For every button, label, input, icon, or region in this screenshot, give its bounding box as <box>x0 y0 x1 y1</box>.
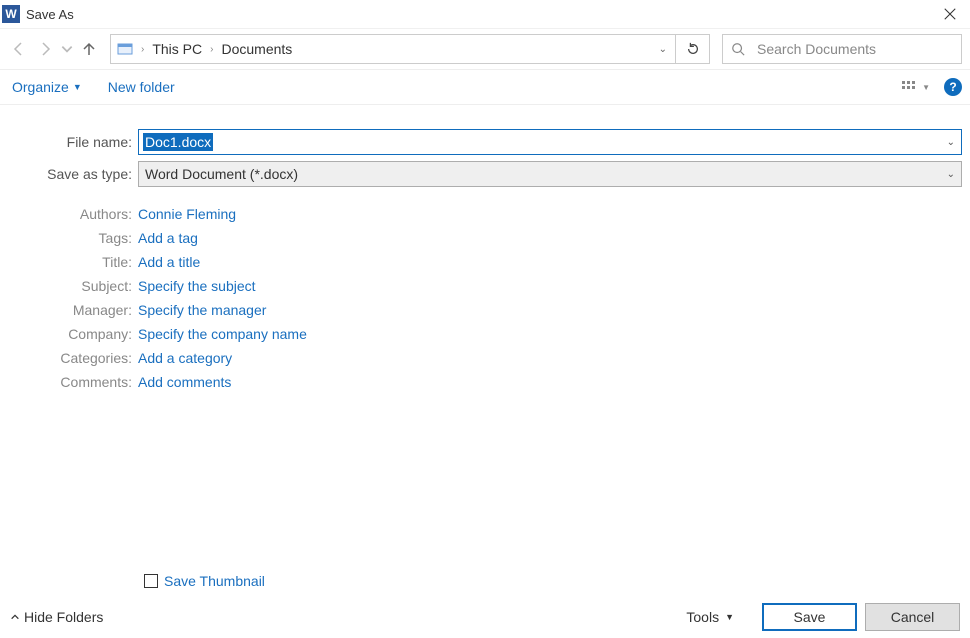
help-button[interactable]: ? <box>944 78 962 96</box>
subject-value[interactable]: Specify the subject <box>138 278 256 294</box>
tags-value[interactable]: Add a tag <box>138 230 198 246</box>
address-wrap: › This PC › Documents ⌄ <box>110 34 710 64</box>
location-icon <box>115 39 135 59</box>
title-bar: W Save As <box>0 0 970 29</box>
authors-value[interactable]: Connie Fleming <box>138 206 236 222</box>
chevron-down-icon[interactable]: ⌄ <box>947 137 955 148</box>
arrow-left-icon <box>11 41 27 57</box>
address-bar[interactable]: › This PC › Documents ⌄ <box>110 34 676 64</box>
company-label: Company: <box>8 326 138 342</box>
save-thumbnail-label[interactable]: Save Thumbnail <box>164 573 265 589</box>
footer: Hide Folders Tools ▼ Save Cancel <box>0 596 970 638</box>
savetype-label: Save as type: <box>8 166 138 182</box>
filename-label: File name: <box>8 134 138 150</box>
title-label: Title: <box>8 254 138 270</box>
recent-dropdown[interactable] <box>60 38 74 60</box>
arrow-right-icon <box>37 41 53 57</box>
manager-label: Manager: <box>8 302 138 318</box>
comments-label: Comments: <box>8 374 138 390</box>
arrow-up-icon <box>81 41 97 57</box>
hide-folders-label: Hide Folders <box>24 609 103 625</box>
tags-label: Tags: <box>8 230 138 246</box>
filename-row: File name: Doc1.docx ⌄ <box>8 129 962 155</box>
view-icon <box>900 79 918 95</box>
forward-button[interactable] <box>34 38 56 60</box>
cancel-button[interactable]: Cancel <box>865 603 960 631</box>
manager-value[interactable]: Specify the manager <box>138 302 266 318</box>
savetype-select[interactable]: Word Document (*.docx) ⌄ <box>138 161 962 187</box>
word-icon: W <box>2 5 20 23</box>
filename-value: Doc1.docx <box>143 133 213 151</box>
thumbnail-row: Save Thumbnail <box>144 573 962 589</box>
organize-menu[interactable]: Organize ▼ <box>8 75 86 99</box>
search-input[interactable]: Search Documents <box>722 34 962 64</box>
crumb-documents[interactable]: Documents <box>219 39 294 59</box>
refresh-button[interactable] <box>676 34 710 64</box>
window-title: Save As <box>26 7 74 22</box>
subject-label: Subject: <box>8 278 138 294</box>
close-icon <box>943 7 957 21</box>
organize-label: Organize <box>12 79 69 95</box>
crumb-this-pc[interactable]: This PC <box>150 39 204 59</box>
refresh-icon <box>686 42 700 56</box>
search-icon <box>731 42 745 56</box>
nav-row: › This PC › Documents ⌄ Search Documents <box>0 29 970 69</box>
crumb-sep-icon: › <box>137 44 148 55</box>
savetype-value: Word Document (*.docx) <box>145 166 298 182</box>
chevron-up-icon <box>10 612 20 622</box>
up-button[interactable] <box>78 38 100 60</box>
body-area: File name: Doc1.docx ⌄ Save as type: Wor… <box>0 105 970 589</box>
comments-value[interactable]: Add comments <box>138 374 231 390</box>
chevron-down-icon: ▼ <box>922 83 930 92</box>
filename-input[interactable]: Doc1.docx ⌄ <box>138 129 962 155</box>
tools-menu[interactable]: Tools ▼ <box>686 609 734 625</box>
save-button[interactable]: Save <box>762 603 857 631</box>
view-options-button[interactable]: ▼ <box>900 79 930 95</box>
hide-folders-button[interactable]: Hide Folders <box>10 609 103 625</box>
new-folder-label: New folder <box>108 79 175 95</box>
savetype-row: Save as type: Word Document (*.docx) ⌄ <box>8 161 962 187</box>
chevron-down-icon: ▼ <box>725 612 734 622</box>
save-thumbnail-checkbox[interactable] <box>144 574 158 588</box>
close-button[interactable] <box>930 0 970 29</box>
crumb-sep-icon: › <box>206 44 217 55</box>
tools-label: Tools <box>686 609 719 625</box>
title-value[interactable]: Add a title <box>138 254 200 270</box>
back-button[interactable] <box>8 38 30 60</box>
chevron-down-icon <box>60 41 74 57</box>
chevron-down-icon: ⌄ <box>947 169 955 180</box>
search-placeholder: Search Documents <box>757 41 876 57</box>
chevron-down-icon: ▼ <box>73 82 82 92</box>
authors-label: Authors: <box>8 206 138 222</box>
toolbar: Organize ▼ New folder ▼ ? <box>0 69 970 105</box>
categories-label: Categories: <box>8 350 138 366</box>
categories-value[interactable]: Add a category <box>138 350 232 366</box>
new-folder-button[interactable]: New folder <box>104 75 179 99</box>
company-value[interactable]: Specify the company name <box>138 326 307 342</box>
address-dropdown[interactable]: ⌄ <box>651 44 675 55</box>
